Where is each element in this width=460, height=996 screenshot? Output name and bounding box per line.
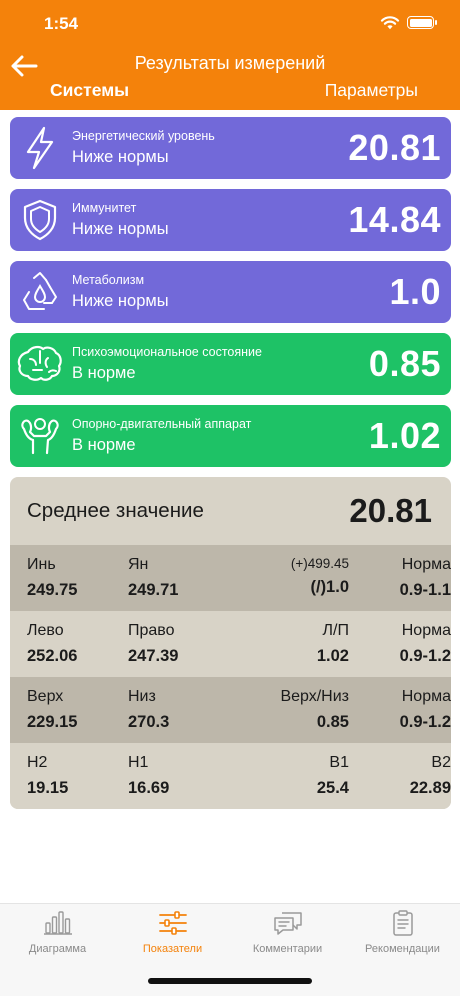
cell-label: Л/П [322,622,349,639]
cell-value: 252.06 [27,647,78,665]
page-title: Результаты измерений [134,53,326,73]
nav-indicators[interactable]: Показатели [115,910,230,955]
h-b-row: H2 19.15 H1 16.69 B1 25.4 B2 22.89 [10,743,451,809]
yin-yang-row: Инь 249.75 Ян 249.71 (+)499.45 (/)1.0 Норма… [10,545,451,611]
nav-label: Диаграмма [28,943,87,955]
system-value: 1.02 [368,415,441,456]
average-row: Среднее значение 20.81 [10,477,451,545]
cell-value: (/)1.0 [310,578,349,596]
cell-label: B2 [431,754,451,771]
system-value: 20.81 [348,127,441,168]
cell-label: Норма [401,688,451,705]
muscle-icon [10,405,70,467]
left-right-row: Лево 252.06 Право 247.39 Л/П 1.02 Норма 0.9-… [10,611,451,677]
status-icons [380,15,437,30]
header: 1:54 Результаты измерений Системы Параме… [0,0,460,110]
recycle-drop-icon [10,261,70,323]
cell-value: 25.4 [316,779,349,797]
nav-label: Комментарии [252,943,323,955]
system-status: Ниже нормы [72,220,169,238]
brain-icon [10,333,70,395]
cell-label: H2 [27,754,48,771]
average-value: 20.81 [349,492,432,529]
clipboard-icon [392,910,413,936]
top-bottom-row: Верх 229.15 Низ 270.3 Верх/Низ 0.85 Норма 0.… [10,677,451,743]
system-card-immunity[interactable]: Иммунитет Ниже нормы 14.84 [10,189,451,251]
wifi-icon [380,16,400,30]
lightning-icon [10,117,70,179]
system-status: В норме [72,436,136,454]
cell-label: (+)499.45 [290,556,349,571]
system-status: Ниже нормы [72,292,169,310]
tab-parameters[interactable]: Параметры [325,80,418,101]
system-value: 1.0 [389,271,441,312]
status-time: 1:54 [44,14,79,33]
cell-value: 249.71 [128,581,179,599]
nav-diagram[interactable]: Диаграмма [0,910,115,955]
cell-label: B1 [329,754,349,771]
system-value: 0.85 [368,343,441,384]
nav-comments[interactable]: Комментарии [230,910,345,955]
cell-value: 16.69 [128,779,170,797]
cell-value: 249.75 [27,581,78,599]
cell-value: 0.9-1.1 [399,581,451,599]
cell-label: Норма [401,622,451,639]
cell-value: 0.9-1.2 [399,647,451,665]
nav-label: Рекомендации [365,943,440,955]
cell-label: Лево [27,622,64,639]
cell-value: 247.39 [128,647,179,665]
cell-label: Верх [27,688,64,705]
system-name: Опорно-двигательный аппарат [72,417,252,431]
results-content: Энергетический уровень Ниже нормы 20.81 … [0,110,460,900]
home-indicator [148,978,312,984]
battery-icon [407,16,437,29]
cell-label: Право [128,622,175,639]
cell-value: 22.89 [409,779,451,797]
system-card-musculoskeletal[interactable]: Опорно-двигательный аппарат В норме 1.02 [10,405,451,467]
system-card-energy[interactable]: Энергетический уровень Ниже нормы 20.81 [10,117,451,179]
sliders-icon [158,911,187,935]
system-name: Психоэмоциональное состояние [72,345,262,359]
cell-label: Верх/Низ [280,688,349,705]
average-label: Среднее значение [27,499,204,522]
cell-value: 0.9-1.2 [399,713,451,731]
system-card-metabolism[interactable]: Метаболизм Ниже нормы 1.0 [10,261,451,323]
system-value: 14.84 [348,199,441,240]
cell-value: 1.02 [316,647,349,665]
cell-label: H1 [128,754,149,771]
cell-value: 270.3 [128,713,170,731]
cell-value: 19.15 [27,779,69,797]
cell-label: Инь [27,556,56,573]
cell-label: Низ [128,688,156,705]
bar-chart-icon [43,911,72,935]
system-card-psycho[interactable]: Психоэмоциональное состояние В норме 0.8… [10,333,451,395]
summary-panel: Среднее значение 20.81 Инь 249.75 Ян 249.7… [10,477,451,809]
system-name: Иммунитет [72,201,137,215]
cell-label: Ян [128,556,149,573]
system-name: Энергетический уровень [72,129,215,143]
nav-label: Показатели [142,943,203,955]
tab-systems[interactable]: Системы [50,80,129,101]
cell-label: Норма [401,556,451,573]
system-status: В норме [72,364,136,382]
system-name: Метаболизм [72,273,145,287]
comments-icon [273,912,302,935]
cell-value: 0.85 [316,713,349,731]
shield-icon [10,189,70,251]
cell-value: 229.15 [27,713,78,731]
nav-recommendations[interactable]: Рекомендации [345,910,460,955]
system-status: Ниже нормы [72,148,169,166]
